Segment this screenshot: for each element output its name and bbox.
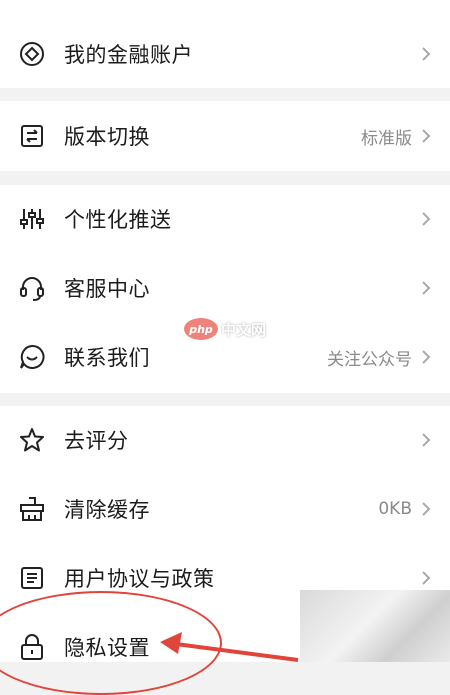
chevron-right-icon bbox=[420, 501, 432, 517]
document-icon bbox=[18, 564, 46, 592]
push-settings-row[interactable]: 个性化推送 bbox=[0, 185, 450, 253]
row-label: 客服中心 bbox=[64, 277, 150, 301]
row-label: 联系我们 bbox=[64, 346, 150, 370]
row-label: 个性化推送 bbox=[64, 208, 172, 232]
broom-icon bbox=[18, 495, 46, 523]
row-label: 清除缓存 bbox=[64, 498, 150, 522]
row-value: 0KB bbox=[378, 499, 412, 519]
chevron-right-icon bbox=[420, 128, 432, 144]
version-group: 版本切换 标准版 bbox=[0, 101, 450, 171]
service-group: 个性化推送 客服中心 联系我们 关注公众号 bbox=[0, 185, 450, 393]
chevron-right-icon bbox=[420, 349, 432, 365]
row-label: 隐私设置 bbox=[64, 636, 150, 660]
customer-service-row[interactable]: 客服中心 bbox=[0, 254, 450, 322]
row-label: 去评分 bbox=[64, 429, 129, 453]
finance-group: 我的金融账户 bbox=[0, 0, 450, 88]
finance-diamond-icon bbox=[18, 40, 46, 68]
blurred-area bbox=[300, 590, 450, 662]
chevron-right-icon bbox=[420, 432, 432, 448]
contact-us-row[interactable]: 联系我们 关注公众号 bbox=[0, 323, 450, 391]
lock-icon bbox=[18, 633, 46, 661]
chevron-right-icon bbox=[420, 46, 432, 62]
row-value: 关注公众号 bbox=[327, 349, 412, 370]
clear-cache-row[interactable]: 清除缓存 0KB bbox=[0, 475, 450, 543]
finance-account-row[interactable]: 我的金融账户 bbox=[0, 20, 450, 88]
switch-icon bbox=[18, 122, 46, 150]
star-icon bbox=[18, 426, 46, 454]
chevron-right-icon bbox=[420, 211, 432, 227]
chevron-right-icon bbox=[420, 280, 432, 296]
arrow-icon bbox=[160, 632, 299, 662]
row-label: 我的金融账户 bbox=[64, 43, 193, 67]
row-value: 标准版 bbox=[361, 128, 412, 149]
headset-icon bbox=[18, 274, 46, 302]
sliders-icon bbox=[18, 205, 46, 233]
chat-bubble-icon bbox=[18, 343, 46, 371]
row-label: 版本切换 bbox=[64, 125, 150, 149]
chevron-right-icon bbox=[420, 570, 432, 586]
rate-row[interactable]: 去评分 bbox=[0, 406, 450, 474]
row-label: 用户协议与政策 bbox=[64, 567, 215, 591]
version-switch-row[interactable]: 版本切换 标准版 bbox=[0, 102, 450, 170]
